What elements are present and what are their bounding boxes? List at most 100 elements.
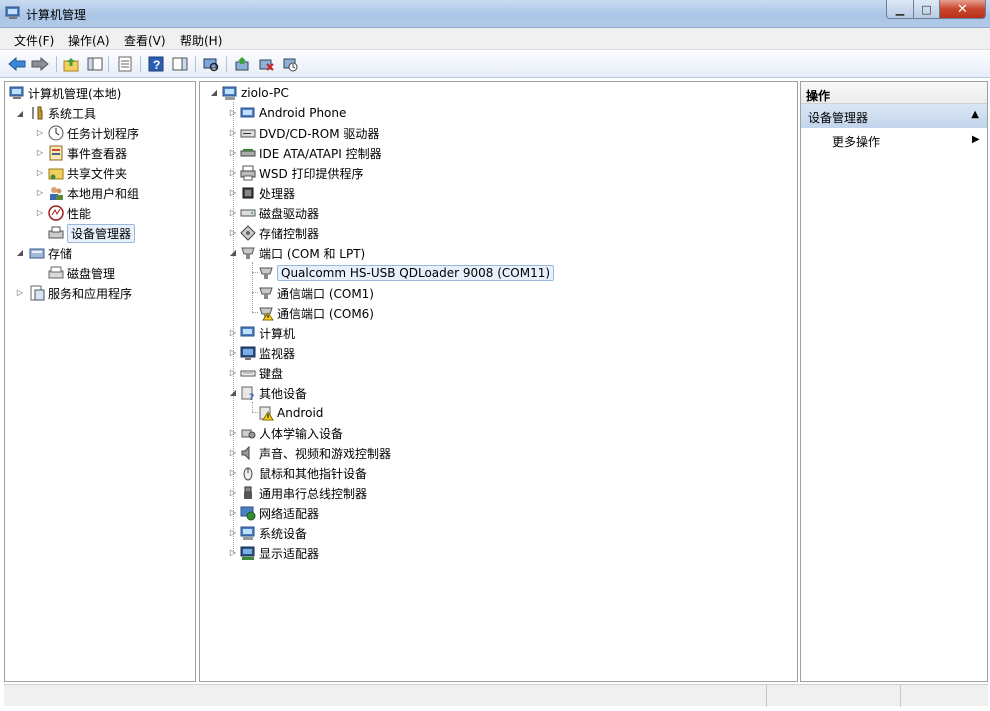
network-adapter-icon: [240, 505, 256, 521]
expand-category-icon[interactable]: ▷: [229, 508, 237, 518]
expand-category-icon[interactable]: ▷: [229, 128, 237, 138]
device-item-com1[interactable]: 通信端口 (COM1): [258, 283, 374, 303]
device-category[interactable]: 计算机: [240, 323, 295, 343]
expand-category-icon[interactable]: ▷: [229, 468, 237, 478]
device-category[interactable]: 人体学输入设备: [240, 423, 343, 443]
device-category[interactable]: 网络适配器: [240, 503, 319, 523]
device-item-com6[interactable]: 通信端口 (COM6): [258, 303, 374, 323]
expand-category-icon[interactable]: ▷: [229, 208, 237, 218]
device-category[interactable]: Android Phone: [240, 103, 346, 123]
printer-icon: [240, 165, 256, 181]
help-button[interactable]: ?: [147, 55, 165, 73]
expand-category-icon[interactable]: ▷: [229, 548, 237, 558]
tree-item-storage[interactable]: 存储: [29, 243, 72, 263]
expand-category-icon[interactable]: ▷: [229, 368, 237, 378]
expand-performance-icon[interactable]: ▷: [36, 208, 44, 218]
tree-item-event-viewer[interactable]: 事件查看器: [48, 143, 127, 163]
list-icon: [118, 56, 132, 72]
storage-controller-icon: [240, 225, 256, 241]
menu-view[interactable]: 查看(V): [124, 32, 166, 49]
tree-item-disk-management[interactable]: 磁盘管理: [48, 263, 115, 283]
tree-item-task-scheduler[interactable]: 任务计划程序: [48, 123, 139, 143]
device-category[interactable]: 存储控制器: [240, 223, 319, 243]
device-category-label: 计算机: [259, 326, 296, 341]
expand-local-users-icon[interactable]: ▷: [36, 188, 44, 198]
device-category[interactable]: DVD/CD-ROM 驱动器: [240, 123, 379, 143]
expand-category-icon[interactable]: ▷: [229, 188, 237, 198]
collapse-section-icon[interactable]: ▲: [971, 109, 979, 120]
expand-category-icon[interactable]: ▷: [229, 108, 237, 118]
show-hide-tree-button[interactable]: [86, 55, 104, 73]
export-list-button[interactable]: [116, 55, 134, 73]
expand-category-icon[interactable]: ▷: [229, 528, 237, 538]
expand-services-apps-icon[interactable]: ▷: [16, 288, 24, 298]
device-category[interactable]: 通用串行总线控制器: [240, 483, 367, 503]
device-item-android[interactable]: Android: [258, 403, 323, 423]
collapse-category-icon[interactable]: ◢: [229, 388, 237, 398]
expand-category-icon[interactable]: ▷: [229, 168, 237, 178]
scan-hardware-button[interactable]: [202, 55, 220, 73]
menu-action[interactable]: 操作(A): [68, 32, 110, 49]
device-category[interactable]: ? 其他设备: [240, 383, 307, 403]
uninstall-button[interactable]: [257, 55, 275, 73]
menu-help[interactable]: 帮助(H): [180, 32, 222, 49]
expand-category-icon[interactable]: ▷: [229, 488, 237, 498]
tree-item-performance[interactable]: 性能: [48, 203, 91, 223]
device-category[interactable]: 显示适配器: [240, 543, 319, 563]
actions-section-device-manager[interactable]: 设备管理器 ▲: [801, 104, 987, 128]
tools-icon: [29, 105, 45, 121]
device-category[interactable]: 鼠标和其他指针设备: [240, 463, 367, 483]
tree-item-shared-folders[interactable]: 共享文件夹: [48, 163, 127, 183]
expand-category-icon[interactable]: ▷: [229, 148, 237, 158]
disable-device-button[interactable]: [281, 55, 299, 73]
close-button[interactable]: ✕: [939, 0, 986, 19]
device-category[interactable]: IDE ATA/ATAPI 控制器: [240, 143, 382, 163]
device-category[interactable]: WSD 打印提供程序: [240, 163, 364, 183]
tree-item-services-apps[interactable]: 服务和应用程序: [29, 283, 132, 303]
expand-category-icon[interactable]: ▷: [229, 428, 237, 438]
collapse-storage-icon[interactable]: ◢: [16, 248, 24, 258]
maximize-button[interactable]: □: [913, 0, 940, 19]
tree-item-local-users[interactable]: 本地用户和组: [48, 183, 139, 203]
expand-category-icon[interactable]: ▷: [229, 348, 237, 358]
device-category[interactable]: 端口 (COM 和 LPT): [240, 243, 365, 263]
minimize-button[interactable]: ▁: [886, 0, 914, 19]
performance-icon: [48, 205, 64, 221]
scan-hardware-icon: [203, 58, 219, 72]
back-button[interactable]: [8, 55, 26, 73]
device-category[interactable]: 处理器: [240, 183, 295, 203]
tree-item-system-tools[interactable]: 系统工具: [29, 103, 96, 123]
tree-root[interactable]: 计算机管理(本地): [9, 83, 121, 103]
device-category[interactable]: 声音、视频和游戏控制器: [240, 443, 391, 463]
more-actions-item[interactable]: 更多操作: [832, 133, 880, 150]
device-category-label: 监视器: [259, 346, 296, 361]
computer-name: ziolo-PC: [241, 86, 289, 100]
device-category[interactable]: 系统设备: [240, 523, 307, 543]
uninstall-icon: [259, 59, 274, 71]
forward-button[interactable]: [31, 55, 49, 73]
menu-file[interactable]: 文件(F): [14, 32, 54, 49]
port-icon: [240, 245, 256, 261]
collapse-computer-icon[interactable]: ◢: [210, 88, 218, 98]
expand-event-viewer-icon[interactable]: ▷: [36, 148, 44, 158]
device-tree-root[interactable]: ziolo-PC: [222, 83, 289, 103]
update-driver-button[interactable]: [233, 55, 251, 73]
expand-shared-folders-icon[interactable]: ▷: [36, 168, 44, 178]
collapse-system-tools-icon[interactable]: ◢: [16, 109, 24, 119]
device-item-qualcomm[interactable]: Qualcomm HS-USB QDLoader 9008 (COM11): [258, 263, 555, 283]
device-category[interactable]: 磁盘驱动器: [240, 203, 319, 223]
expand-category-icon[interactable]: ▷: [229, 448, 237, 458]
more-actions-label: 更多操作: [832, 135, 881, 149]
computer-icon: [222, 85, 238, 101]
actions-pane: 操作 设备管理器 ▲ 更多操作 ▶: [800, 81, 988, 682]
tree-item-device-manager[interactable]: 设备管理器: [48, 223, 136, 243]
expand-category-icon[interactable]: ▷: [229, 228, 237, 238]
expand-task-scheduler-icon[interactable]: ▷: [36, 128, 44, 138]
menu-bar: 文件(F) 操作(A) 查看(V) 帮助(H): [0, 28, 990, 50]
collapse-category-icon[interactable]: ◢: [229, 248, 237, 258]
device-category[interactable]: 键盘: [240, 363, 283, 383]
up-level-button[interactable]: [62, 55, 80, 73]
device-category[interactable]: 监视器: [240, 343, 295, 363]
expand-category-icon[interactable]: ▷: [229, 328, 237, 338]
show-action-pane-button[interactable]: [171, 55, 189, 73]
